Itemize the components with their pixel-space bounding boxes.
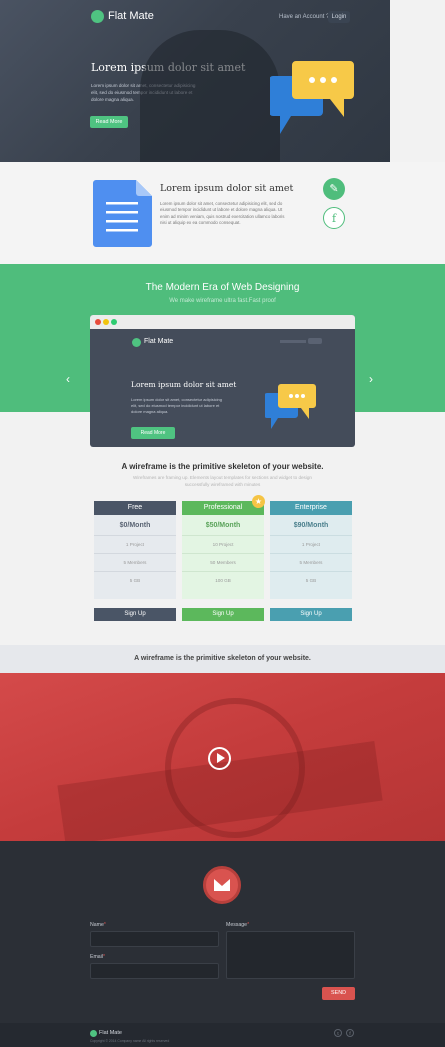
email-label: Email*	[90, 954, 106, 960]
play-button[interactable]	[208, 747, 231, 770]
footer	[0, 1023, 445, 1047]
mockup-brand: Flat Mate	[144, 338, 174, 345]
mockup-read-more-button[interactable]: Read More	[131, 427, 175, 439]
plan-body: $0/Month 1 Project 5 Members 5 GB	[94, 515, 176, 599]
hero-text: Lorem ipsum dolor sit amet, consectetur …	[91, 83, 196, 102]
facebook-button[interactable]: f	[323, 207, 345, 229]
tagline-text: A wireframe is the primitive skeleton of…	[134, 655, 311, 662]
slider-title: The Modern Era of Web Designing	[145, 282, 300, 293]
slider-subtitle: We make wireframe ultra fast.Fast proof	[169, 298, 276, 304]
free-signup-button[interactable]: Sign Up	[94, 608, 176, 621]
plan-name: Free	[94, 501, 176, 515]
hero-read-more-button[interactable]: Read More	[90, 116, 128, 128]
browser-mockup: Flat Mate Lorem ipsum dolor sit amet Lor…	[90, 315, 355, 447]
mockup-chat-icon	[265, 384, 316, 429]
name-input[interactable]	[90, 931, 219, 947]
slider-next-arrow[interactable]: ›	[369, 372, 373, 386]
browser-toolbar	[90, 315, 355, 329]
featured-star-icon: ★	[252, 495, 265, 508]
plan-card-enterprise: Enterprise $90/Month 1 Project 5 Members…	[270, 501, 352, 599]
footer-facebook-icon[interactable]: f	[346, 1029, 354, 1037]
plan-price: $50/Month	[205, 522, 241, 529]
slider-prev-arrow[interactable]: ‹	[66, 372, 70, 386]
mockup-text: Lorem ipsum dolor sit amet, consectetur …	[131, 397, 222, 414]
have-account-link[interactable]: Have an Account ?	[279, 14, 329, 20]
chat-bubbles-icon	[270, 61, 354, 134]
plan-body: $50/Month 10 Project 50 Members 100 GB	[182, 515, 264, 599]
mockup-login	[308, 338, 322, 344]
footer-brand: Flat Mate	[99, 1030, 122, 1036]
send-button[interactable]: SEND	[322, 987, 355, 1000]
plan-feature: 100 GB	[215, 578, 231, 583]
plan-feature: 1 Project	[301, 542, 321, 547]
plan-body: $90/Month 1 Project 5 Members 5 GB	[270, 515, 352, 599]
hero-title: Lorem ipsum dolor sit amet	[91, 61, 246, 74]
professional-signup-button[interactable]: Sign Up	[182, 608, 264, 621]
feature-text: Lorem ipsum dolor sit amet, consectetur …	[160, 201, 285, 226]
brand-name[interactable]: Flat Mate	[108, 10, 154, 22]
plan-card-free: Free $0/Month 1 Project 5 Members 5 GB	[94, 501, 176, 599]
plan-feature: 5 Members	[299, 560, 323, 565]
mockup-nav-link	[280, 340, 306, 343]
pricing-subtext: Wireframes are framing up. Elements layo…	[133, 475, 312, 487]
facebook-icon: f	[331, 212, 337, 225]
hero-section: Flat Mate Have an Account ? Login Lorem …	[0, 0, 390, 162]
close-dot-icon	[95, 319, 101, 325]
footer-copyright: Copyright © 2014 Company name All rights…	[90, 1039, 170, 1043]
logo-icon	[91, 10, 104, 23]
feature-title: Lorem ipsum dolor sit amet	[160, 183, 294, 194]
name-label: Name*	[90, 922, 106, 928]
pencil-icon: ✎	[329, 183, 339, 195]
video-section	[0, 673, 445, 841]
plan-feature: 10 Project	[212, 542, 234, 547]
pricing-heading: A wireframe is the primitive skeleton of…	[121, 462, 324, 471]
message-label: Message*	[226, 922, 250, 928]
plan-feature: 5 GB	[305, 578, 317, 583]
plan-name: Enterprise	[270, 501, 352, 515]
plan-price: $0/Month	[119, 522, 151, 529]
enterprise-signup-button[interactable]: Sign Up	[270, 608, 352, 621]
mockup-title: Lorem ipsum dolor sit amet	[131, 380, 237, 389]
plan-card-professional: Professional $50/Month 10 Project 50 Mem…	[182, 501, 264, 599]
plan-feature: 50 Members	[210, 560, 236, 565]
plan-feature: 5 GB	[129, 578, 141, 583]
message-textarea[interactable]	[226, 931, 355, 979]
email-input[interactable]	[90, 963, 219, 979]
edit-button[interactable]: ✎	[323, 178, 345, 200]
footer-twitter-icon[interactable]: t	[334, 1029, 342, 1037]
mockup-logo-icon	[132, 338, 141, 347]
footer-logo-icon	[90, 1030, 97, 1037]
plan-feature: 5 Members	[123, 560, 147, 565]
plan-price: $90/Month	[293, 522, 329, 529]
minimize-dot-icon	[103, 319, 109, 325]
play-icon	[217, 753, 225, 763]
login-button[interactable]: Login	[328, 11, 350, 23]
document-icon	[93, 180, 152, 247]
maximize-dot-icon	[111, 319, 117, 325]
mail-icon	[203, 866, 241, 904]
plan-feature: 1 Project	[125, 542, 145, 547]
